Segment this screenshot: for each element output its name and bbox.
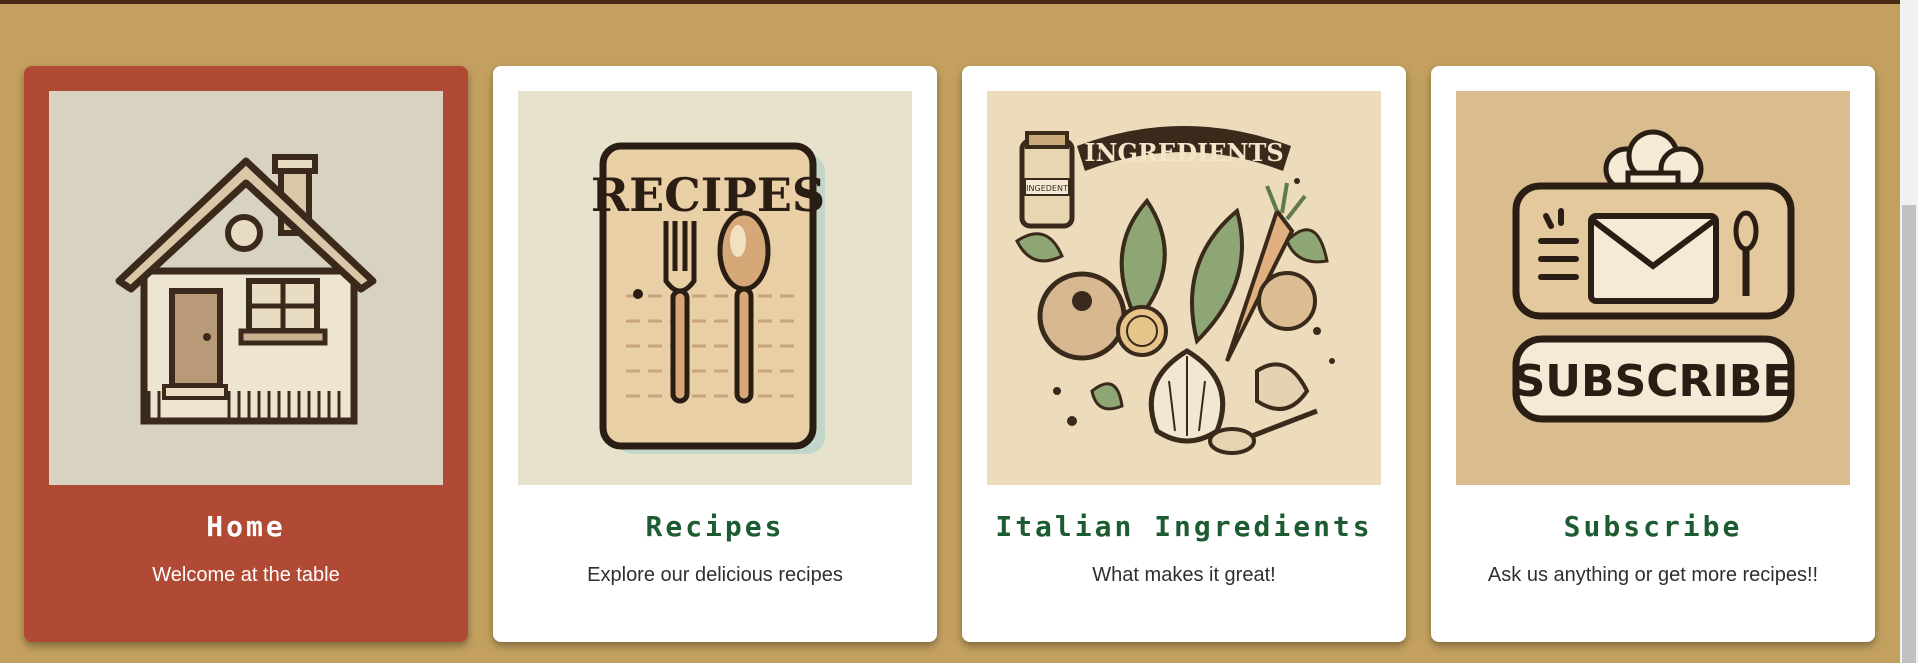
card-home[interactable]: Home Welcome at the table (24, 66, 468, 642)
subscribe-envelope-icon: SUBSCRIBE (1456, 91, 1850, 485)
card-recipes-subtitle: Explore our delicious recipes (587, 564, 843, 586)
scrollbar-thumb[interactable] (1902, 205, 1916, 663)
card-recipes[interactable]: RECIPES Recipes Explore our delicious re… (493, 66, 937, 642)
card-subscribe-title: Subscribe (1563, 510, 1743, 543)
card-recipes-image: RECIPES (518, 91, 912, 485)
jar-label-text: INGEDENT (1026, 184, 1068, 193)
ingredients-image-text: INGREDIENTS (1084, 138, 1283, 167)
nav-cards: Home Welcome at the table RECIPES Recipe… (24, 66, 1875, 642)
card-home-subtitle: Welcome at the table (152, 564, 340, 586)
house-icon (49, 91, 443, 485)
top-border (0, 0, 1900, 4)
card-ingredients-image: INGREDIENTS INGEDENT (987, 91, 1381, 485)
subscribe-image-text: SUBSCRIBE (1514, 356, 1793, 407)
scrollbar[interactable] (1900, 0, 1918, 663)
card-home-image (49, 91, 443, 485)
card-subscribe[interactable]: SUBSCRIBE Subscribe Ask us anything or g… (1431, 66, 1875, 642)
card-subscribe-subtitle: Ask us anything or get more recipes!! (1487, 564, 1819, 586)
card-recipes-title: Recipes (645, 510, 785, 543)
card-subscribe-image: SUBSCRIBE (1456, 91, 1850, 485)
card-ingredients-subtitle: What makes it great! (1092, 564, 1276, 586)
card-ingredients-title: Italian Ingredients (995, 510, 1373, 543)
recipes-image-text: RECIPES (591, 168, 825, 222)
card-home-title: Home (206, 510, 286, 543)
recipes-card-icon: RECIPES (518, 91, 912, 485)
card-ingredients[interactable]: INGREDIENTS INGEDENT Italian Ingredients… (962, 66, 1406, 642)
ingredients-illustration: INGREDIENTS INGEDENT (987, 91, 1381, 485)
